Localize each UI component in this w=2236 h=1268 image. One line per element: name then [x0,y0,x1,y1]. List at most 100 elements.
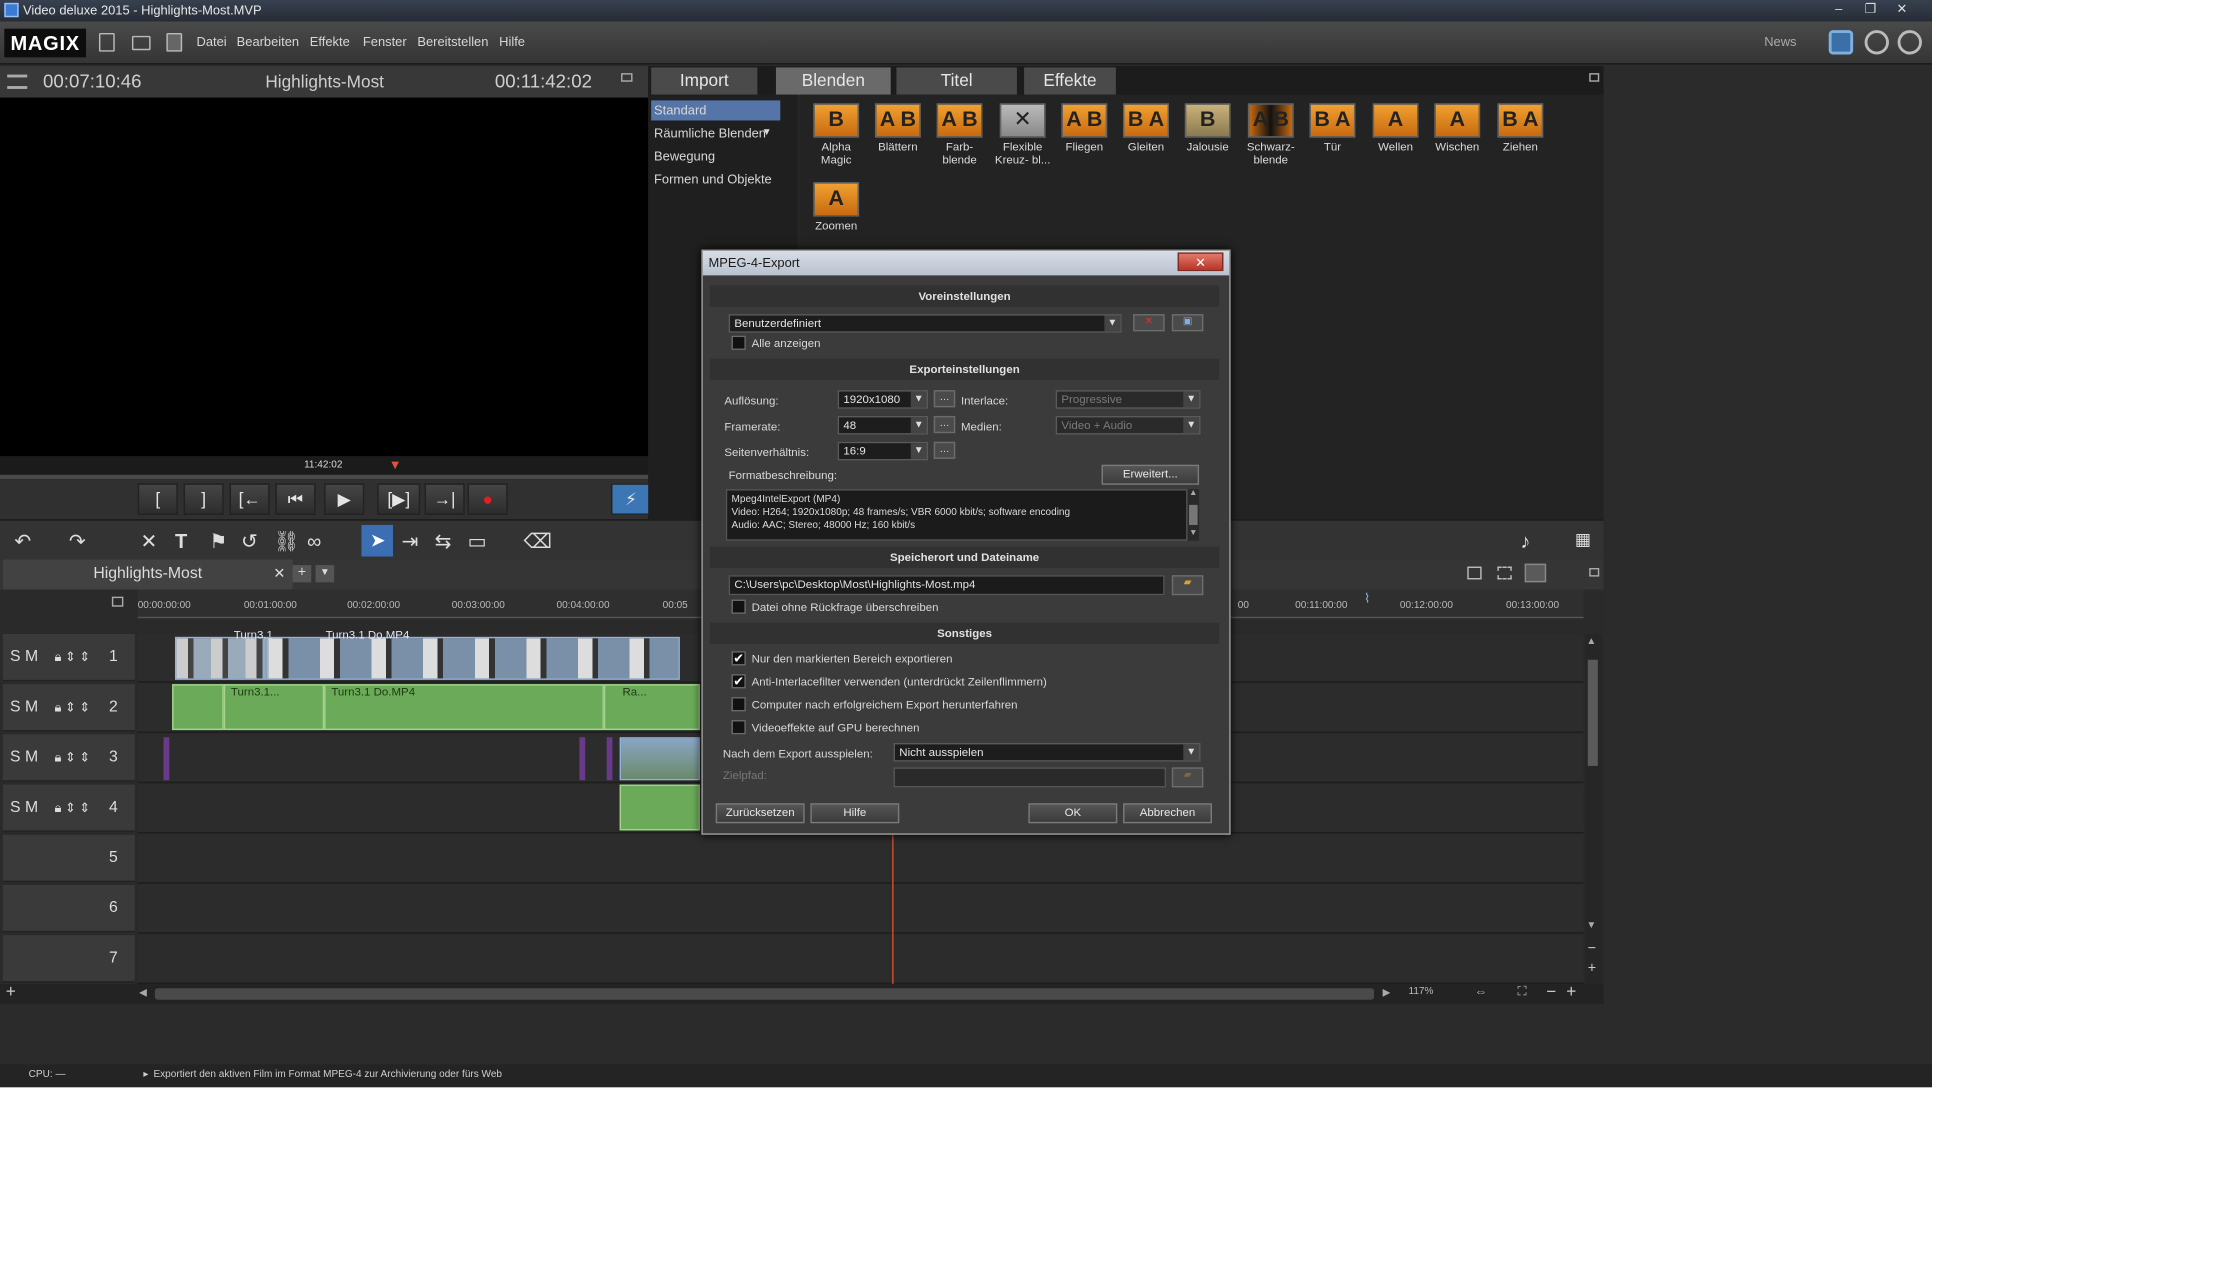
dialog-close-button[interactable]: ✕ [1177,252,1224,272]
range-mode-icon[interactable]: ⇆ [435,529,452,553]
pin-icon[interactable] [1589,73,1600,82]
audio-clip[interactable] [619,784,700,831]
track-header-7[interactable]: 7 [2,935,135,983]
media-select[interactable]: Video + Audio ▼ [1055,415,1201,435]
menu-bereitstellen[interactable]: Bereitstellen [417,34,488,48]
show-all-checkbox[interactable] [731,335,746,350]
scrub-bar[interactable]: 11:42:02 ▼ [0,456,649,480]
menu-icon[interactable] [7,74,28,89]
framerate-more-button[interactable]: … [933,415,956,434]
menu-fenster[interactable]: Fenster [363,34,407,48]
track-header-2[interactable]: S M 🔒︎ ⇕ ⇕ 2 [2,684,135,732]
go-to-out-button[interactable]: →| [424,483,465,515]
transition-wischen[interactable]: A Wischen [1426,98,1489,178]
category-formen-und-objekte[interactable]: Formen und Objekte [651,169,780,189]
save-preset-icon[interactable]: ▣ [1171,314,1204,332]
open-folder-icon[interactable] [131,35,151,51]
transition-farbblende[interactable]: A B Farb- blende [928,98,991,178]
pin-icon[interactable] [1589,567,1600,577]
timeline-view-icon[interactable] [1524,563,1547,583]
stretch-mode-icon[interactable]: ▭ [468,529,487,553]
track-header-6[interactable]: 6 [2,884,135,933]
project-tab[interactable]: Highlights-Most ✕ [2,559,293,590]
horizontal-scroll-thumb[interactable] [154,988,1375,1000]
ok-button[interactable]: OK [1028,803,1118,824]
category-standard[interactable]: Standard [651,100,781,121]
trim-mode-icon[interactable]: ⇥ [402,529,419,553]
play-button[interactable]: ▶ [324,483,365,515]
resolution-more-button[interactable]: … [933,390,956,408]
track-lock-icon[interactable]: 🔒︎ ⇕ ⇕ [55,634,91,681]
advanced-button[interactable]: Erweitert... [1101,464,1200,485]
set-in-button[interactable]: [ [137,483,178,515]
video-clip[interactable] [619,737,700,781]
menu-effekte[interactable]: Effekte [310,34,350,48]
tab-blenden[interactable]: Blenden [775,67,891,95]
zoom-level[interactable]: 117% [1408,987,1433,997]
pointer-mode-button[interactable]: ➤ [361,524,393,557]
marker-icon[interactable]: ⌇ [1364,591,1370,607]
close-tab-icon[interactable]: ✕ [273,559,285,589]
lock-icon[interactable] [111,596,124,607]
interlace-select[interactable]: Progressive ▼ [1055,390,1201,409]
tab-list-icon[interactable]: ▼ [315,565,335,583]
menu-hilfe[interactable]: Hilfe [499,34,525,48]
target-path-input[interactable] [893,767,1167,788]
shutdown-checkbox[interactable] [731,697,746,712]
menu-datei[interactable]: Datei [196,34,226,48]
zoom-out-icon[interactable]: − [1546,981,1556,1001]
preset-select[interactable]: Benutzerdefiniert ▼ [728,314,1122,333]
solo-mute-toggle[interactable]: S M [10,785,38,832]
category-raeumliche-blenden[interactable]: Räumliche Blenden ▼ [651,123,780,143]
new-file-icon[interactable] [98,32,115,52]
track-lane-5[interactable] [137,834,1584,884]
gpu-effects-checkbox[interactable] [731,720,746,735]
undo-icon[interactable]: ↶ [14,529,31,553]
transition-fliegen[interactable]: A B Fliegen [1053,98,1116,178]
description-scrollbar[interactable]: ▲ ▼ [1187,489,1200,541]
scroll-right-icon[interactable]: ▶ [1383,987,1391,998]
vertical-scrollbar[interactable]: ▲ ▼ − + [1584,633,1603,986]
transition-gleiten[interactable]: B A Gleiten [1114,98,1177,178]
minimize-button[interactable]: – [1823,0,1855,20]
export-selection-checkbox[interactable]: ✔ [731,651,746,666]
transition-alpha-magic[interactable]: B Alpha Magic [805,98,868,178]
link-icon[interactable]: ⛓ [274,529,300,553]
pin-icon[interactable] [621,73,633,82]
play-range-button[interactable]: [▶] [377,483,421,515]
track-header-1[interactable]: S M 🔒︎ ⇕ ⇕ 1 [2,633,135,682]
circle-icon[interactable] [1864,30,1889,55]
record-button[interactable]: ● [467,483,508,515]
save-icon[interactable] [166,32,183,52]
clip-marker[interactable] [606,737,613,781]
audio-clip[interactable]: Turn3.1... [223,684,325,731]
scroll-thumb[interactable] [1189,504,1198,525]
speaker-icon[interactable]: ♪ [1520,529,1530,552]
solo-mute-toggle[interactable]: S M [10,684,38,731]
delete-preset-button[interactable]: ✕ [1133,314,1165,332]
audio-clip[interactable]: Ra... [603,684,700,731]
transition-flexible-kreuzblende[interactable]: ✕ Flexible Kreuz- bl... [991,98,1054,178]
redo-icon[interactable]: ↷ [69,529,86,553]
transition-wellen[interactable]: A Wellen [1364,98,1427,178]
help-button[interactable]: Hilfe [810,803,900,824]
transition-blaettern[interactable]: A B Blättern [866,98,929,178]
title-text-icon[interactable]: T [175,529,187,552]
video-clip[interactable]: Turn3.1 Do.MP4 [266,628,680,680]
browse-target-icon[interactable]: ▰ [1171,767,1204,788]
tab-effekte[interactable]: Effekte [1024,67,1116,95]
scroll-up-icon[interactable]: ▲ [1189,489,1198,498]
settings-icon[interactable] [1828,30,1854,55]
storyboard-view-icon[interactable] [1467,566,1482,580]
track-header-5[interactable]: 5 [2,834,135,883]
scroll-down-icon[interactable]: ▼ [1586,921,1596,931]
playhead-marker-icon[interactable]: ▼ [389,458,402,472]
cancel-button[interactable]: Abbrechen [1123,803,1212,824]
add-tab-icon[interactable]: + [292,565,312,583]
eraser-icon[interactable]: ⌫ [524,529,552,553]
help-circle-icon[interactable] [1897,30,1922,55]
zoom-in-vertical-icon[interactable]: + [1588,961,1596,977]
fit-all-icon[interactable]: ⛶ [1517,984,1526,1000]
transition-jalousie[interactable]: B Jalousie [1176,98,1239,178]
news-link[interactable]: News [1764,34,1796,48]
